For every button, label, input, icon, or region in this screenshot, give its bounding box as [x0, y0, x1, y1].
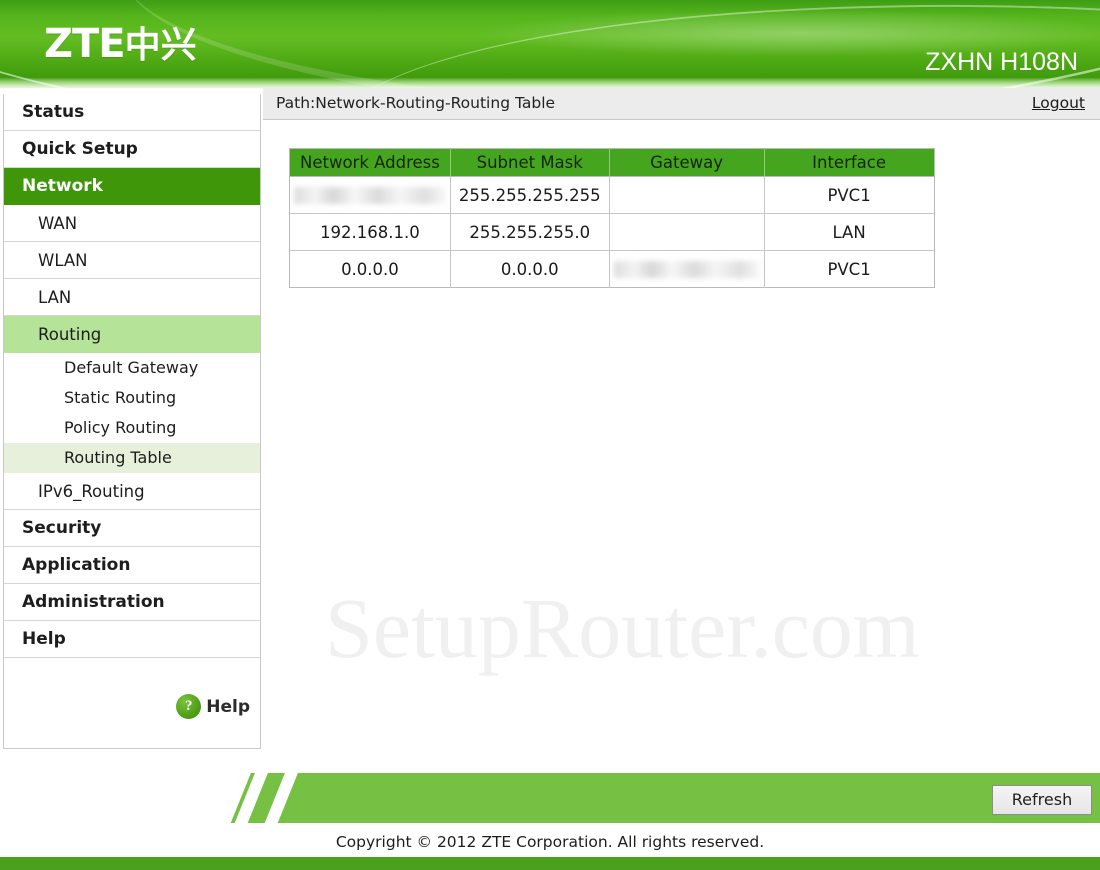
column-header-network-address: Network Address [289, 148, 451, 177]
breadcrumb: Path:Network-Routing-Routing Table [276, 94, 556, 112]
table-header-row: Network Address Subnet Mask Gateway Inte… [289, 148, 935, 177]
breadcrumb-bar: Path:Network-Routing-Routing Table Logou… [263, 88, 1100, 120]
cell-gateway [609, 250, 765, 288]
sidebar-item-default-gateway[interactable]: Default Gateway [4, 353, 260, 383]
cell-interface: LAN [764, 213, 935, 251]
logo-cjk-text: 中兴 [124, 25, 197, 66]
sidebar-item-wlan[interactable]: WLAN [4, 242, 260, 279]
sidebar-item-administration[interactable]: Administration [4, 584, 260, 621]
column-header-gateway: Gateway [609, 148, 765, 177]
page-body: Status Quick Setup Network WAN WLAN LAN … [0, 88, 1100, 765]
site-watermark: SetupRouter.com [325, 580, 920, 676]
sidebar-item-label: Status [22, 102, 85, 122]
sidebar-item-help[interactable]: Help [4, 621, 260, 658]
cell-gateway [609, 176, 765, 214]
table-row: 0.0.0.0 0.0.0.0 PVC1 [289, 250, 935, 288]
cell-gateway [609, 213, 765, 251]
cell-subnet-mask: 0.0.0.0 [450, 250, 610, 288]
cell-network-address: 0.0.0.0 [289, 250, 451, 288]
redacted-value [294, 186, 446, 204]
sidebar-item-lan[interactable]: LAN [4, 279, 260, 316]
sidebar-item-label: Default Gateway [64, 358, 199, 377]
copyright-text: Copyright © 2012 ZTE Corporation. All ri… [335, 833, 765, 851]
sidebar-item-application[interactable]: Application [4, 547, 260, 584]
sidebar-item-routing-table[interactable]: Routing Table [4, 443, 260, 473]
sidebar-item-label: Routing Table [64, 448, 172, 467]
cell-subnet-mask: 255.255.255.255 [450, 176, 610, 214]
sidebar-item-quick-setup[interactable]: Quick Setup [4, 131, 260, 168]
column-header-subnet-mask: Subnet Mask [450, 148, 610, 177]
sidebar-item-wan[interactable]: WAN [4, 205, 260, 242]
sidebar-item-label: Help [22, 629, 66, 649]
footer-slash-decoration-2 [258, 773, 303, 823]
logo-latin-text: ZTE [44, 21, 126, 67]
footer-green-band: Refresh [230, 773, 1100, 823]
table-row: 255.255.255.255 PVC1 [289, 176, 935, 214]
refresh-button[interactable]: Refresh [992, 785, 1092, 815]
app-header: ZTE中兴 ZXHN H108N [0, 0, 1100, 88]
cell-subnet-mask: 255.255.255.0 [450, 213, 610, 251]
sidebar-item-label: Application [22, 555, 131, 575]
footer-bottom-bar [0, 857, 1100, 870]
cell-network-address: 192.168.1.0 [289, 213, 451, 251]
sidebar-item-label: Policy Routing [64, 418, 177, 437]
sidebar-item-ipv6-routing[interactable]: IPv6_Routing [4, 473, 260, 510]
sidebar-item-security[interactable]: Security [4, 510, 260, 547]
header-bottom-fade [0, 78, 1100, 88]
sidebar-item-network[interactable]: Network [4, 168, 260, 205]
table-row: 192.168.1.0 255.255.255.0 LAN [289, 213, 935, 251]
sidebar-item-label: Administration [22, 592, 165, 612]
sidebar-item-label: LAN [38, 288, 72, 307]
sidebar-help-area: ? Help [4, 686, 260, 748]
logout-link[interactable]: Logout [1032, 94, 1085, 112]
sidebar-item-policy-routing[interactable]: Policy Routing [4, 413, 260, 443]
column-header-interface: Interface [764, 148, 935, 177]
routing-table-container: Network Address Subnet Mask Gateway Inte… [289, 148, 935, 288]
help-button[interactable]: ? Help [176, 694, 250, 719]
sidebar-item-label: Quick Setup [22, 139, 138, 159]
cell-network-address [289, 176, 451, 214]
cell-interface: PVC1 [764, 176, 935, 214]
router-model-label: ZXHN H108N [925, 48, 1078, 76]
question-mark-circle-icon: ? [176, 694, 202, 719]
sidebar-item-label: WLAN [38, 251, 88, 270]
sidebar-item-label: WAN [38, 214, 78, 233]
sidebar-item-status[interactable]: Status [4, 94, 260, 131]
sidebar-item-routing[interactable]: Routing [4, 316, 260, 353]
zte-logo: ZTE中兴 [44, 22, 197, 68]
cell-interface: PVC1 [764, 250, 935, 288]
sidebar-item-label: Network [22, 176, 103, 196]
sidebar-item-label: Security [22, 518, 102, 538]
help-button-label: Help [206, 696, 250, 717]
content-area: Path:Network-Routing-Routing Table Logou… [263, 88, 1100, 765]
redacted-value [613, 260, 760, 278]
routing-table: Network Address Subnet Mask Gateway Inte… [289, 148, 935, 288]
sidebar-item-label: Static Routing [64, 388, 177, 407]
page-footer: Refresh Copyright © 2012 ZTE Corporation… [0, 765, 1100, 870]
sidebar-navigation: Status Quick Setup Network WAN WLAN LAN … [3, 94, 261, 749]
sidebar-item-label: IPv6_Routing [38, 482, 145, 501]
sidebar-item-static-routing[interactable]: Static Routing [4, 383, 260, 413]
sidebar-item-label: Routing [38, 325, 102, 344]
